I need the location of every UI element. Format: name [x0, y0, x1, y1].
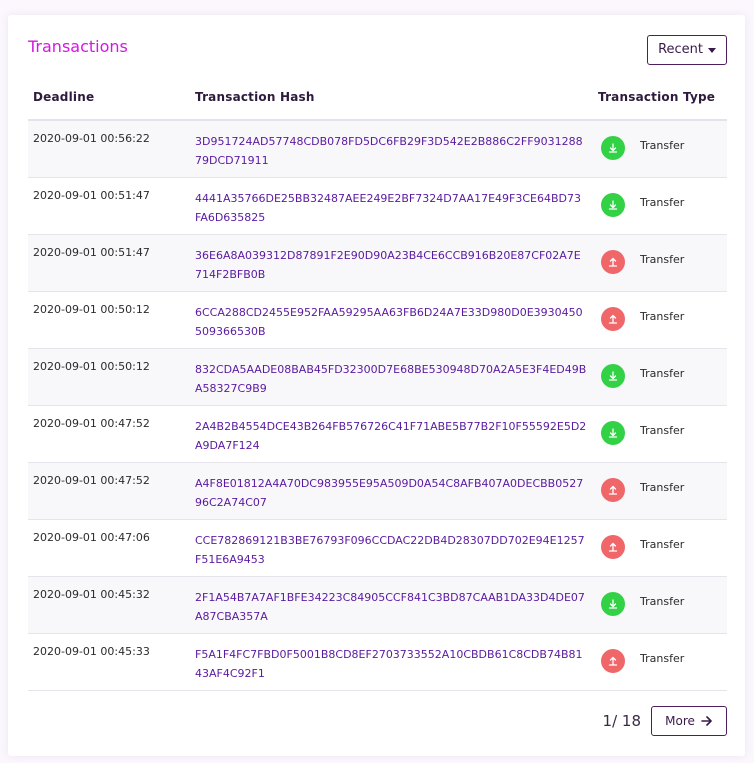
transaction-type-label: Transfer [640, 481, 685, 494]
transaction-hash-link[interactable]: 4441A35766DE25BB32487AEE249E2BF7324D7AA1… [195, 189, 587, 227]
pagination: 1/ 18 More [603, 706, 727, 736]
deadline-cell: 2020-09-01 00:50:12 [33, 360, 150, 373]
deadline-cell: 2020-09-01 00:45:32 [33, 588, 150, 601]
table-row: 2020-09-01 00:50:12 832CDA5AADE08BAB45FD3… [28, 349, 727, 406]
transaction-type-label: Transfer [640, 310, 685, 323]
deadline-cell: 2020-09-01 00:51:47 [33, 189, 150, 202]
download-arrow-icon [601, 592, 625, 616]
transaction-hash-link[interactable]: 832CDA5AADE08BAB45FD32300D7E68BE530948D7… [195, 360, 587, 398]
table-row: 2020-09-01 00:50:12 6CCA288CD2455E952FAA5… [28, 292, 727, 349]
transaction-type-label: Transfer [640, 424, 685, 437]
transaction-type-label: Transfer [640, 367, 685, 380]
deadline-cell: 2020-09-01 00:47:52 [33, 417, 150, 430]
upload-arrow-icon [601, 535, 625, 559]
column-header-hash: Transaction Hash [195, 90, 315, 104]
download-arrow-icon [601, 193, 625, 217]
transaction-hash-link[interactable]: CCE782869121B3BE76793F096CCDAC22DB4D2830… [195, 531, 587, 569]
transaction-hash-link[interactable]: 36E6A8A039312D87891F2E90D90A23B4CE6CCB91… [195, 246, 587, 284]
caret-down-icon [708, 47, 716, 53]
transaction-hash-link[interactable]: 2A4B2B4554DCE43B264FB576726C41F71ABE5B77… [195, 417, 587, 455]
download-arrow-icon [601, 421, 625, 445]
upload-arrow-icon [601, 478, 625, 502]
deadline-cell: 2020-09-01 00:56:22 [33, 132, 150, 145]
upload-arrow-icon [601, 307, 625, 331]
transaction-type-label: Transfer [640, 538, 685, 551]
transaction-type-label: Transfer [640, 196, 685, 209]
upload-arrow-icon [601, 250, 625, 274]
more-button[interactable]: More [651, 706, 727, 736]
table-row: 2020-09-01 00:47:52 2A4B2B4554DCE43B264FB… [28, 406, 727, 463]
transaction-hash-link[interactable]: A4F8E01812A4A70DC983955E95A509D0A54C8AFB… [195, 474, 587, 512]
page-indicator: 1/ 18 [602, 712, 641, 730]
transaction-type-label: Transfer [640, 595, 685, 608]
table-row: 2020-09-01 00:56:22 3D951724AD57748CDB078… [28, 121, 727, 178]
table-row: 2020-09-01 00:45:33 F5A1F4FC7FBD0F5001B8C… [28, 634, 727, 691]
table-row: 2020-09-01 00:51:47 4441A35766DE25BB32487… [28, 178, 727, 235]
more-button-label: More [665, 714, 695, 728]
deadline-cell: 2020-09-01 00:47:06 [33, 531, 150, 544]
transaction-type-label: Transfer [640, 253, 685, 266]
deadline-cell: 2020-09-01 00:51:47 [33, 246, 150, 259]
download-arrow-icon [601, 136, 625, 160]
column-header-type: Transaction Type [598, 90, 716, 104]
recent-filter-dropdown[interactable]: Recent [647, 35, 727, 65]
transaction-hash-link[interactable]: 3D951724AD57748CDB078FD5DC6FB29F3D542E2B… [195, 132, 587, 170]
transaction-type-label: Transfer [640, 652, 685, 665]
table-header: Deadline Transaction Hash Transaction Ty… [28, 85, 727, 121]
deadline-cell: 2020-09-01 00:45:33 [33, 645, 150, 658]
table-row: 2020-09-01 00:47:06 CCE782869121B3BE76793… [28, 520, 727, 577]
transaction-type-label: Transfer [640, 139, 685, 152]
download-arrow-icon [601, 364, 625, 388]
transaction-hash-link[interactable]: 2F1A54B7A7AF1BFE34223C84905CCF841C3BD87C… [195, 588, 587, 626]
panel-title: Transactions [28, 37, 128, 56]
table-row: 2020-09-01 00:45:32 2F1A54B7A7AF1BFE34223… [28, 577, 727, 634]
table-row: 2020-09-01 00:47:52 A4F8E01812A4A70DC9839… [28, 463, 727, 520]
transaction-hash-link[interactable]: 6CCA288CD2455E952FAA59295AA63FB6D24A7E33… [195, 303, 587, 341]
recent-filter-label: Recent [658, 42, 703, 57]
deadline-cell: 2020-09-01 00:47:52 [33, 474, 150, 487]
table-row: 2020-09-01 00:51:47 36E6A8A039312D87891F2… [28, 235, 727, 292]
transaction-hash-link[interactable]: F5A1F4FC7FBD0F5001B8CD8EF2703733552A10CB… [195, 645, 587, 683]
transactions-table-body: 2020-09-01 00:56:22 3D951724AD57748CDB078… [28, 121, 727, 691]
arrow-right-icon [701, 716, 712, 726]
upload-arrow-icon [601, 649, 625, 673]
deadline-cell: 2020-09-01 00:50:12 [33, 303, 150, 316]
transactions-panel: Transactions Recent Deadline Transaction… [8, 15, 745, 756]
column-header-deadline: Deadline [33, 90, 95, 104]
